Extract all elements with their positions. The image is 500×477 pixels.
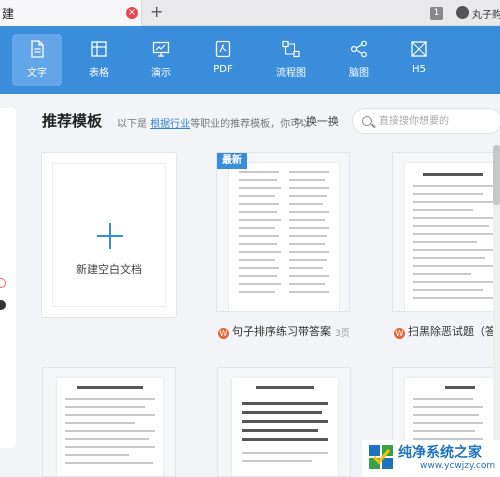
mindmap-icon <box>350 40 367 58</box>
new-badge: 最新 <box>217 153 247 169</box>
hint-suffix: 等职业的推荐模板，你可以 <box>190 119 311 130</box>
notification-badge[interactable]: 1 <box>430 7 443 20</box>
document-preview <box>57 378 163 476</box>
hint-prefix: 以下是 <box>117 119 147 130</box>
template-thumbnail[interactable]: 最新 <box>216 152 350 312</box>
page-count: 3页 <box>335 329 350 339</box>
document-type-toolbar: 文字 表格 演示 PDF 流程图 脑图 H5 <box>0 26 500 94</box>
doc-type-icon: W <box>218 328 229 339</box>
refresh-label: 换一换 <box>305 115 339 128</box>
template-title[interactable]: W 句子排序练习带答案 <box>218 323 331 339</box>
tool-label: 文字 <box>27 68 47 79</box>
template-thumbnail[interactable] <box>217 367 351 477</box>
watermark-title: 纯净系统之家 <box>398 445 482 461</box>
tool-text[interactable]: 文字 <box>12 34 62 86</box>
color-swatch-dark[interactable] <box>0 300 6 310</box>
tool-mindmap[interactable]: 脑图 <box>334 34 384 86</box>
document-preview <box>229 163 339 311</box>
new-tab-button[interactable]: + <box>150 2 163 21</box>
presentation-icon <box>152 41 170 57</box>
tool-table[interactable]: 表格 <box>74 34 124 86</box>
template-thumbnail[interactable] <box>392 152 500 312</box>
blank-card-label: 新建空白文档 <box>76 263 142 276</box>
document-preview <box>232 378 338 476</box>
tool-h5[interactable]: H5 <box>394 34 444 86</box>
recommend-hint: 以下是 根据行业等职业的推荐模板，你可以 <box>117 115 310 130</box>
flowchart-icon <box>282 40 300 58</box>
h5-icon <box>411 41 427 57</box>
template-title[interactable]: W扫黑除恶试题（答案） <box>394 323 500 339</box>
tool-flowchart[interactable]: 流程图 <box>266 34 316 86</box>
template-thumbnail[interactable] <box>42 367 176 477</box>
user-name[interactable]: 丸子购 <box>472 6 500 21</box>
close-icon[interactable]: × <box>126 7 138 19</box>
browser-tab-bar: 建 × + 1 丸子购 <box>0 0 500 26</box>
watermark-url: www.ycwjzy.com <box>420 461 496 471</box>
page-title: 推荐模板 <box>42 112 103 130</box>
tab-title: 建 <box>2 7 15 21</box>
industry-link[interactable]: 根据行业 <box>150 119 190 130</box>
left-side-panel[interactable] <box>0 108 16 448</box>
tool-label: 脑图 <box>349 68 369 79</box>
search-icon <box>362 116 372 126</box>
template-search[interactable] <box>352 108 500 134</box>
tool-label: H5 <box>412 64 426 75</box>
scrollbar[interactable] <box>493 145 500 445</box>
refresh-icon: ↻ <box>294 117 303 128</box>
color-swatch-red[interactable] <box>0 278 6 288</box>
browser-tab[interactable]: 建 × <box>0 0 142 26</box>
tool-pdf[interactable]: PDF <box>198 34 248 86</box>
doc-type-icon: W <box>394 328 405 339</box>
document-preview <box>405 163 500 311</box>
tool-label: 表格 <box>89 68 109 79</box>
avatar[interactable] <box>456 6 469 19</box>
table-icon <box>91 41 107 57</box>
search-input[interactable] <box>377 113 497 129</box>
new-blank-document-card[interactable]: 新建空白文档 <box>41 152 177 318</box>
pdf-icon <box>215 40 231 58</box>
tool-label: PDF <box>213 64 233 75</box>
tool-presentation[interactable]: 演示 <box>136 34 186 86</box>
watermark: 纯净系统之家 www.ycwjzy.com <box>362 440 500 477</box>
tool-label: 流程图 <box>276 68 306 79</box>
document-icon <box>31 40 44 58</box>
watermark-logo-icon <box>369 445 393 469</box>
scrollbar-thumb[interactable] <box>493 145 500 205</box>
tool-label: 演示 <box>151 68 171 79</box>
plus-icon <box>97 223 123 249</box>
refresh-button[interactable]: ↻ 换一换 <box>294 113 339 129</box>
